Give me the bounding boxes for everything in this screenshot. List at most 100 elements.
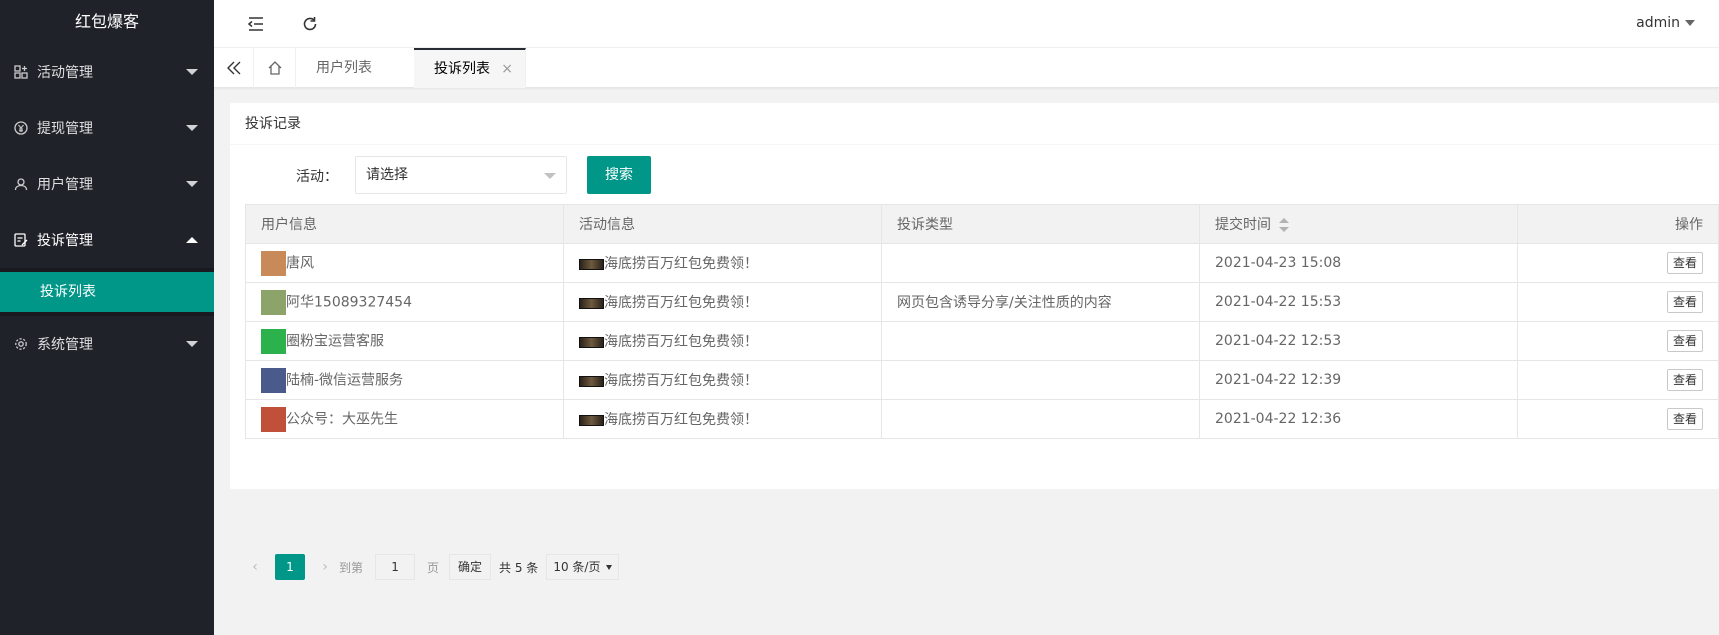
grid-icon <box>14 65 28 79</box>
activity-cell: 海底捞百万红包免费领！ <box>563 399 882 439</box>
view-button[interactable]: 查看 <box>1666 408 1703 430</box>
chevron-down-icon <box>186 125 198 131</box>
complaint-type-cell <box>881 399 1200 439</box>
complaint-type-cell <box>881 243 1200 283</box>
gear-icon <box>15 338 27 350</box>
table-row: 唐风 海底捞百万红包免费领！ 2021-04-23 15:08 查看 <box>245 243 1719 283</box>
user-name: 阿华15089327454 <box>286 294 412 310</box>
activity-name: 海底捞百万红包免费领！ <box>604 295 758 311</box>
sidebar-item-label: 投诉管理 <box>37 233 93 249</box>
submit-time-cell: 2021-04-22 12:36 <box>1199 399 1518 439</box>
page-unit-label: 页 <box>427 560 440 575</box>
home-icon <box>268 61 281 75</box>
view-button[interactable]: 查看 <box>1666 369 1703 391</box>
user-cell: 阿华15089327454 <box>245 282 564 322</box>
table-row: 阿华15089327454 海底捞百万红包免费领！ 网页包含诱导分享/关注性质的内容… <box>245 282 1719 322</box>
chevron-down-icon <box>186 181 198 187</box>
action-cell: 查看 <box>1517 243 1719 283</box>
complaint-type-cell <box>881 321 1200 361</box>
view-button[interactable]: 查看 <box>1666 330 1703 352</box>
activity-name: 海底捞百万红包免费领！ <box>604 373 758 389</box>
activity-thumbnail <box>579 375 604 387</box>
column-header-label: 提交时间 <box>1215 217 1271 233</box>
user-name: 唐风 <box>286 255 314 271</box>
next-page-button[interactable]: › <box>315 559 335 575</box>
sidebar-item-users[interactable]: 用户管理 <box>0 156 214 212</box>
chevron-down-icon <box>606 564 613 570</box>
refresh-icon[interactable] <box>300 14 320 34</box>
activity-cell: 海底捞百万红包免费领！ <box>563 282 882 322</box>
pagination: ‹ 1 › 到第 1 页 确定 共 5 条 10 条/页 <box>245 554 620 580</box>
sidebar-item-withdraw[interactable]: 提现管理 <box>0 100 214 156</box>
column-header: 活动信息 <box>563 204 882 244</box>
user-name: 公众号：大巫先生 <box>286 411 398 427</box>
page-number-current[interactable]: 1 <box>275 554 305 580</box>
table-row: 圈粉宝运营客服 海底捞百万红包免费领！ 2021-04-22 12:53 查看 <box>245 321 1719 361</box>
avatar <box>261 367 286 393</box>
user-cell: 公众号：大巫先生 <box>245 399 564 439</box>
action-cell: 查看 <box>1517 282 1719 322</box>
goto-label: 到第 <box>339 560 364 575</box>
submit-time-cell: 2021-04-22 15:53 <box>1199 282 1518 322</box>
activity-filter-label: 活动： <box>296 169 338 185</box>
sidebar-item-label: 用户管理 <box>37 177 93 193</box>
collapse-menu-icon[interactable] <box>246 14 266 34</box>
avatar <box>261 250 286 276</box>
table-header-row: 用户信息 活动信息 投诉类型 提交时间 操作 <box>245 204 1719 244</box>
prev-page-button[interactable]: ‹ <box>245 559 265 575</box>
card-title: 投诉记录 <box>230 103 1719 145</box>
sort-icon[interactable] <box>1279 218 1289 232</box>
sidebar-item-label: 提现管理 <box>37 121 93 137</box>
column-header: 投诉类型 <box>881 204 1200 244</box>
select-value: 请选择 <box>366 167 408 183</box>
view-button[interactable]: 查看 <box>1666 291 1703 313</box>
app-logo[interactable]: 红包爆客 <box>0 0 214 44</box>
sidebar-item-label: 系统管理 <box>37 337 93 353</box>
activity-cell: 海底捞百万红包免费领！ <box>563 360 882 400</box>
user-menu[interactable]: admin <box>1636 15 1695 31</box>
complaint-icon <box>14 233 28 247</box>
tab-scroll-left-button[interactable] <box>214 48 254 88</box>
sidebar-subitem-complaint-list[interactable]: 投诉列表 <box>0 272 214 312</box>
complaint-card: 投诉记录 活动： 请选择 搜索 用户信息 活动信息 投诉类型 提交时间 操作 唐… <box>230 103 1719 580</box>
activity-name: 海底捞百万红包免费领！ <box>604 334 758 350</box>
table-row: 陆楠-微信运营服务 海底捞百万红包免费领！ 2021-04-22 12:39 查看 <box>245 360 1719 400</box>
chevron-up-icon <box>186 237 198 243</box>
activity-name: 海底捞百万红包免费领！ <box>604 256 758 272</box>
goto-confirm-button[interactable]: 确定 <box>449 554 492 580</box>
activity-cell: 海底捞百万红包免费领！ <box>563 321 882 361</box>
avatar <box>261 328 286 354</box>
column-header: 操作 <box>1517 204 1719 244</box>
sidebar-item-system[interactable]: 系统管理 <box>0 316 214 372</box>
sidebar-item-activity[interactable]: 活动管理 <box>0 44 214 100</box>
chevron-down-icon <box>186 341 198 347</box>
page-size-select[interactable]: 10 条/页 <box>546 554 620 580</box>
user-name: 圈粉宝运营客服 <box>286 333 384 349</box>
double-chevron-left-icon <box>226 61 240 75</box>
column-header: 用户信息 <box>245 204 564 244</box>
chevron-down-icon <box>1685 20 1695 26</box>
sidebar: 红包爆客 活动管理 提现管理 用户管理 投诉管理 投诉列表 系统管理 <box>0 0 214 635</box>
close-icon[interactable]: × <box>501 50 513 88</box>
submit-time-cell: 2021-04-23 15:08 <box>1199 243 1518 283</box>
activity-select[interactable]: 请选择 <box>355 156 567 194</box>
activity-thumbnail <box>579 258 604 270</box>
activity-thumbnail <box>579 297 604 309</box>
action-cell: 查看 <box>1517 321 1719 361</box>
table-row: 公众号：大巫先生 海底捞百万红包免费领！ 2021-04-22 12:36 查看 <box>245 399 1719 439</box>
activity-cell: 海底捞百万红包免费领！ <box>563 243 882 283</box>
goto-page-input[interactable]: 1 <box>375 554 416 580</box>
user-name: admin <box>1636 15 1680 31</box>
sidebar-item-complaints[interactable]: 投诉管理 <box>0 212 214 268</box>
search-button[interactable]: 搜索 <box>587 156 651 194</box>
action-cell: 查看 <box>1517 399 1719 439</box>
view-button[interactable]: 查看 <box>1666 252 1703 274</box>
complaint-table: 用户信息 活动信息 投诉类型 提交时间 操作 唐风 海底捞百万红包免费领！ 2021… <box>245 204 1719 439</box>
activity-thumbnail <box>579 414 604 426</box>
sidebar-item-label: 活动管理 <box>37 65 93 81</box>
yen-icon <box>14 121 28 135</box>
tab-complaint-list[interactable]: 投诉列表 × <box>414 48 526 88</box>
chevron-down-icon <box>186 69 198 75</box>
column-header-sortable[interactable]: 提交时间 <box>1199 204 1518 244</box>
tab-home[interactable] <box>254 48 296 88</box>
